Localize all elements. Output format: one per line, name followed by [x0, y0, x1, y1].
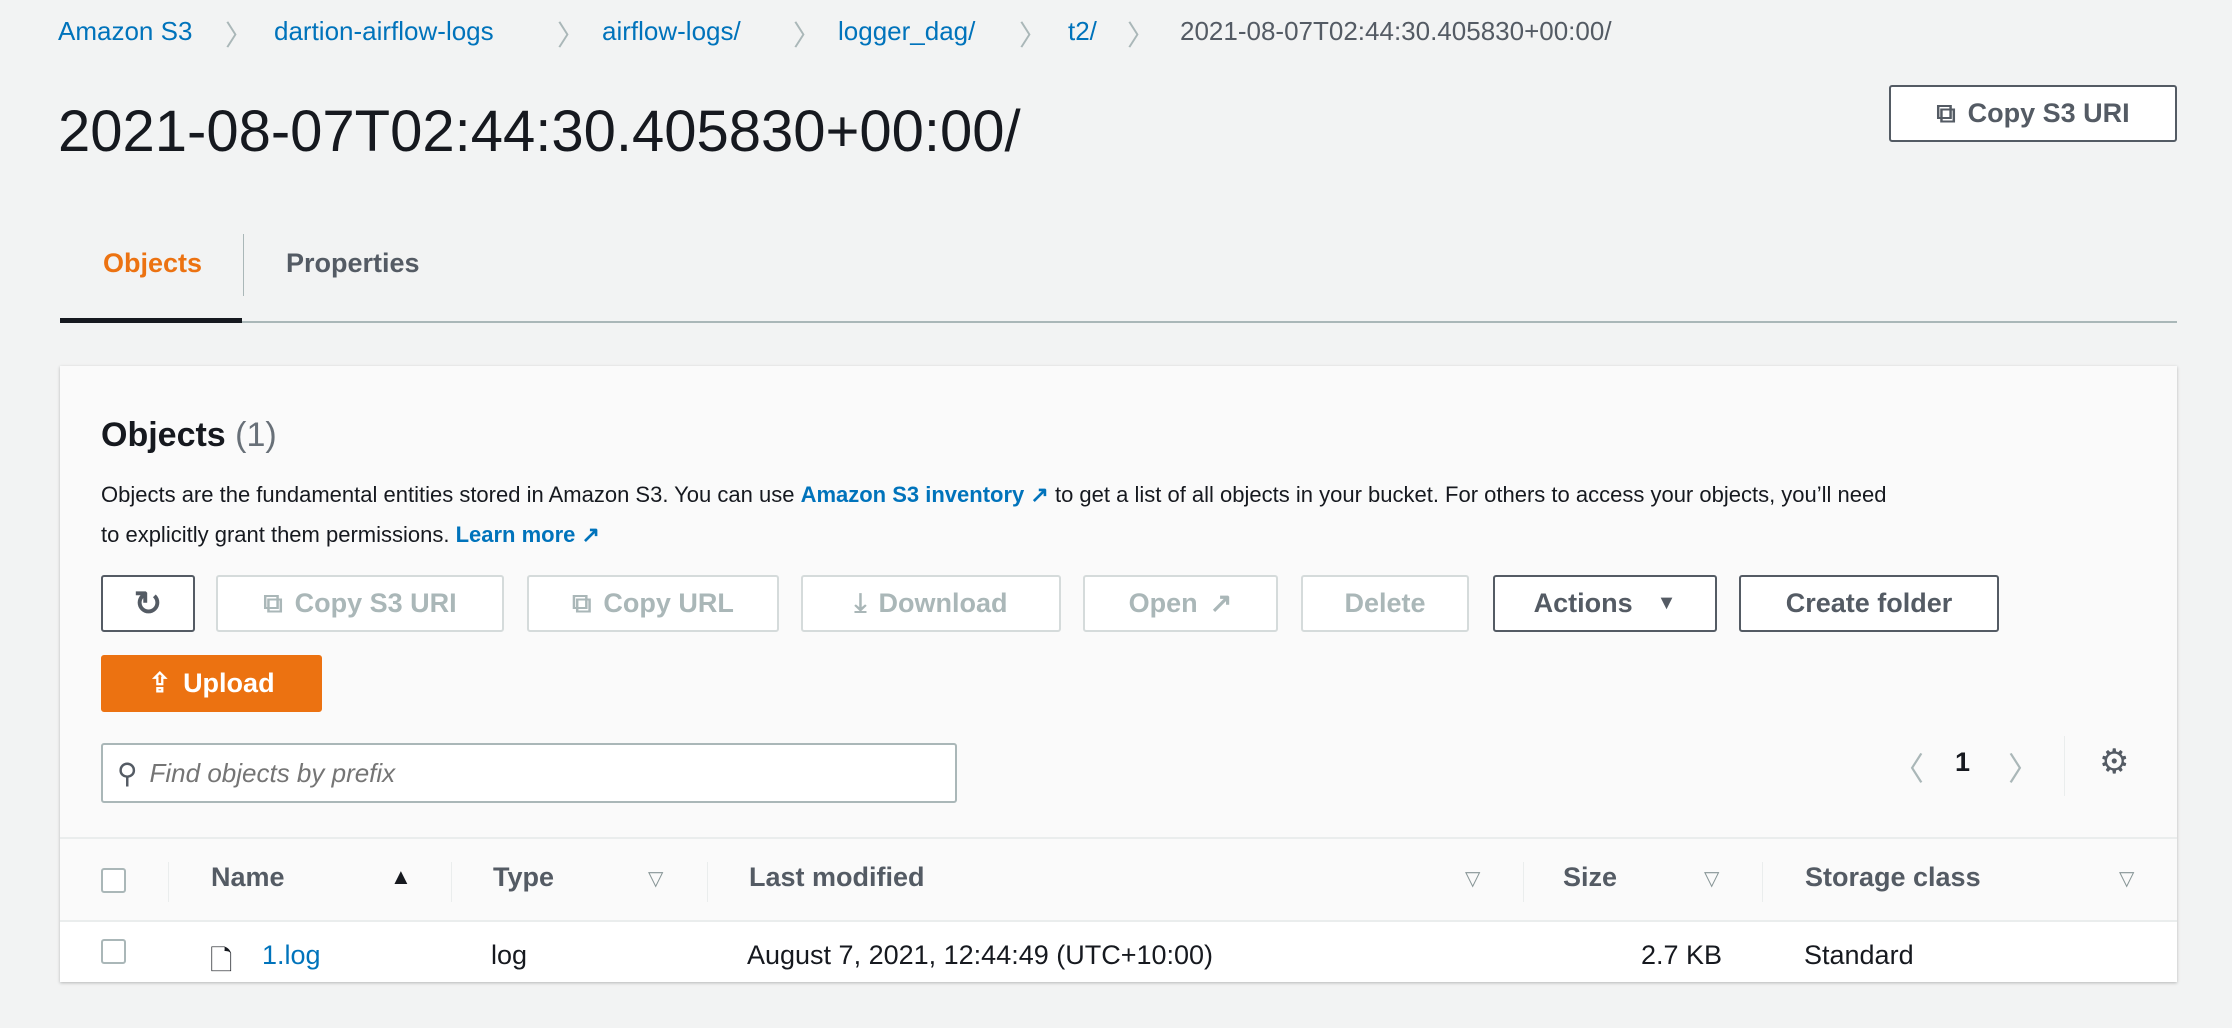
s3-inventory-link[interactable]: Amazon S3 inventory: [801, 482, 1025, 507]
chevron-right-icon: 〉: [1127, 20, 1156, 51]
refresh-button[interactable]: ↻: [101, 575, 195, 632]
delete-button[interactable]: Delete: [1301, 575, 1469, 632]
object-size: 2.7 KB: [1640, 940, 1722, 970]
object-last-modified: August 7, 2021, 12:44:49 (UTC+10:00): [747, 940, 1214, 970]
search-input[interactable]: ⚲: [101, 743, 957, 803]
breadcrumb-logger-dag[interactable]: logger_dag/: [838, 16, 975, 47]
search-icon: ⚲: [117, 757, 138, 789]
column-header-size[interactable]: Size: [1563, 862, 1617, 893]
copy-s3-uri-button[interactable]: ⧉ Copy S3 URI: [1889, 85, 2177, 142]
panel-description: Objects are the fundamental entities sto…: [101, 482, 1887, 507]
tab-objects[interactable]: Objects: [103, 248, 202, 279]
row-checkbox[interactable]: [101, 939, 126, 964]
object-type: log: [491, 940, 528, 970]
download-icon: ⤓: [854, 587, 867, 618]
sort-icon[interactable]: ▽: [1465, 866, 1480, 891]
external-link-icon: ↗: [1209, 588, 1233, 618]
active-tab-indicator: [60, 318, 242, 323]
external-link-icon: ↗: [1030, 482, 1049, 507]
search-field[interactable]: [149, 757, 910, 789]
sort-icon[interactable]: ▽: [1704, 866, 1719, 891]
copy-icon: ⧉: [572, 587, 592, 618]
page-title: 2021-08-07T02:44:30.405830+00:00/: [58, 99, 1021, 164]
select-all-checkbox[interactable]: [101, 868, 126, 893]
copy-icon: ⧉: [1936, 97, 1956, 128]
chevron-right-icon: 〉: [793, 20, 822, 51]
gear-icon[interactable]: ⚙: [2099, 742, 2129, 782]
next-page-icon[interactable]: 〉: [2008, 744, 2040, 790]
column-header-last-modified[interactable]: Last modified: [749, 862, 925, 893]
column-divider: [1762, 862, 1763, 902]
column-divider: [168, 862, 169, 902]
copy-icon: ⧉: [263, 587, 283, 618]
panel-description-2: to explicitly grant them permissions. Le…: [101, 522, 600, 547]
chevron-right-icon: 〉: [225, 20, 254, 51]
breadcrumb-airflow-logs[interactable]: airflow-logs/: [602, 16, 741, 47]
tabs-baseline: [60, 321, 2177, 323]
column-divider: [707, 862, 708, 902]
sort-ascending-icon[interactable]: ▲: [390, 864, 412, 890]
sort-icon[interactable]: ▽: [648, 866, 663, 891]
previous-page-icon[interactable]: 〈: [1892, 744, 1924, 790]
open-button[interactable]: Open ↗: [1083, 575, 1278, 632]
column-header-name[interactable]: Name: [211, 862, 285, 893]
object-name-link[interactable]: 1.log: [262, 940, 321, 971]
breadcrumb-amazon-s3[interactable]: Amazon S3: [58, 16, 192, 47]
learn-more-link[interactable]: Learn more: [456, 522, 576, 547]
chevron-right-icon: 〉: [1019, 20, 1048, 51]
upload-button[interactable]: ⇪ Upload: [101, 655, 322, 712]
refresh-icon: ↻: [133, 584, 163, 623]
column-header-type[interactable]: Type: [493, 862, 554, 893]
table-top-border: [60, 837, 2177, 839]
pagination-divider: [2064, 736, 2065, 796]
objects-panel: Objects (1) Objects are the fundamental …: [60, 366, 2177, 982]
upload-icon: ⇪: [148, 668, 172, 698]
object-count: (1): [235, 416, 277, 454]
caret-down-icon: ▼: [1656, 592, 1677, 614]
column-header-storage-class[interactable]: Storage class: [1805, 862, 1981, 893]
copy-url-button[interactable]: ⧉ Copy URL: [527, 575, 779, 632]
object-storage-class: Standard: [1804, 940, 1914, 970]
download-button[interactable]: ⤓ Download: [801, 575, 1061, 632]
breadcrumb-current: 2021-08-07T02:44:30.405830+00:00/: [1180, 16, 1612, 46]
tab-divider: [243, 234, 244, 296]
create-folder-button[interactable]: Create folder: [1739, 575, 1999, 632]
column-divider: [451, 862, 452, 902]
external-link-icon: ↗: [581, 522, 600, 547]
copy-s3-uri-button[interactable]: ⧉ Copy S3 URI: [216, 575, 504, 632]
column-divider: [1523, 862, 1524, 902]
tab-properties[interactable]: Properties: [286, 248, 420, 279]
breadcrumb-t2[interactable]: t2/: [1068, 16, 1097, 47]
file-icon: 🗋: [210, 945, 233, 976]
sort-icon[interactable]: ▽: [2119, 866, 2134, 891]
actions-dropdown[interactable]: Actions ▼: [1493, 575, 1717, 632]
breadcrumb-bucket[interactable]: dartion-airflow-logs: [274, 16, 494, 47]
chevron-right-icon: 〉: [557, 20, 586, 51]
panel-heading: Objects (1): [101, 416, 277, 454]
page-number[interactable]: 1: [1955, 747, 1970, 778]
